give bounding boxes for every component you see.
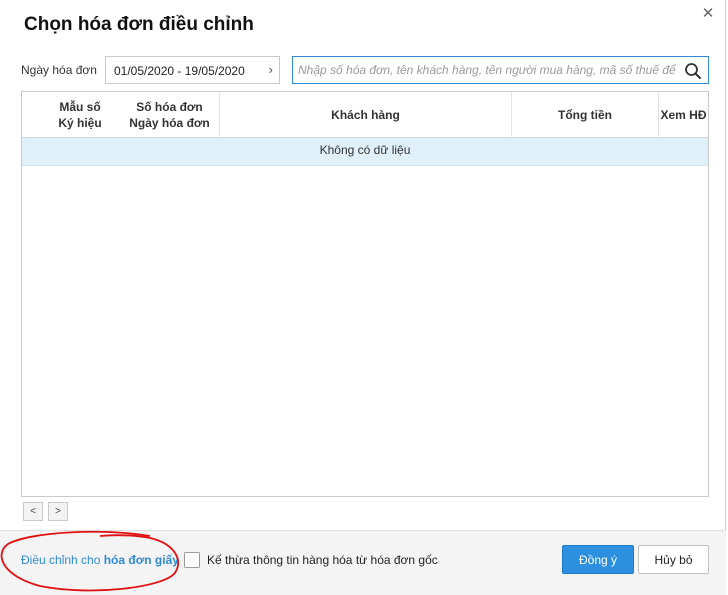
- column-total[interactable]: Tổng tiền: [512, 92, 659, 138]
- column-label: Ngày hóa đơn: [129, 116, 210, 130]
- invoice-date-label: Ngày hóa đơn: [21, 63, 97, 77]
- search-box: [292, 56, 709, 84]
- column-label: Tổng tiền: [558, 108, 612, 122]
- date-range-value: 01/05/2020 - 19/05/2020: [114, 64, 245, 78]
- dialog-title: Chọn hóa đơn điều chỉnh: [24, 14, 254, 35]
- no-data-row: Không có dữ liệu: [22, 138, 708, 166]
- scroll-right-button[interactable]: >: [48, 502, 68, 521]
- grid-header: Mẫu số Ký hiệu Số hóa đơn Ngày hóa đơn K…: [22, 92, 708, 138]
- column-invoice-number-date[interactable]: Số hóa đơn Ngày hóa đơn: [120, 92, 220, 138]
- cancel-button[interactable]: Hủy bỏ: [638, 545, 709, 574]
- link-prefix: Điều chỉnh cho: [21, 553, 104, 567]
- close-icon[interactable]: ✕: [700, 6, 716, 22]
- column-label: Số hóa đơn: [136, 100, 203, 114]
- inherit-goods-checkbox[interactable]: [184, 552, 200, 568]
- column-label: Ký hiệu: [58, 116, 102, 130]
- column-label: Khách hàng: [331, 108, 400, 122]
- date-range-picker[interactable]: 01/05/2020 - 19/05/2020 ›: [105, 56, 280, 84]
- invoice-grid: Mẫu số Ký hiệu Số hóa đơn Ngày hóa đơn K…: [21, 91, 709, 497]
- select-adjustment-invoice-dialog: Chọn hóa đơn điều chỉnh ✕ Ngày hóa đơn 0…: [0, 0, 726, 595]
- column-label: Xem HĐ: [660, 108, 707, 122]
- column-customer[interactable]: Khách hàng: [220, 92, 512, 138]
- link-bold-text: hóa đơn giấy: [103, 553, 179, 567]
- chevron-right-icon: ›: [268, 62, 273, 77]
- agree-button[interactable]: Đồng ý: [562, 545, 634, 574]
- column-label: Mẫu số: [59, 100, 101, 114]
- search-icon[interactable]: [684, 62, 702, 80]
- column-view-invoice[interactable]: Xem HĐ: [659, 92, 708, 138]
- column-template-series[interactable]: Mẫu số Ký hiệu: [22, 92, 120, 138]
- scroll-left-button[interactable]: <: [23, 502, 43, 521]
- search-input[interactable]: [298, 61, 678, 79]
- paper-invoice-adjust-link[interactable]: Điều chỉnh cho hóa đơn giấy: [21, 553, 179, 567]
- inherit-goods-label: Kế thừa thông tin hàng hóa từ hóa đơn gố…: [207, 553, 438, 567]
